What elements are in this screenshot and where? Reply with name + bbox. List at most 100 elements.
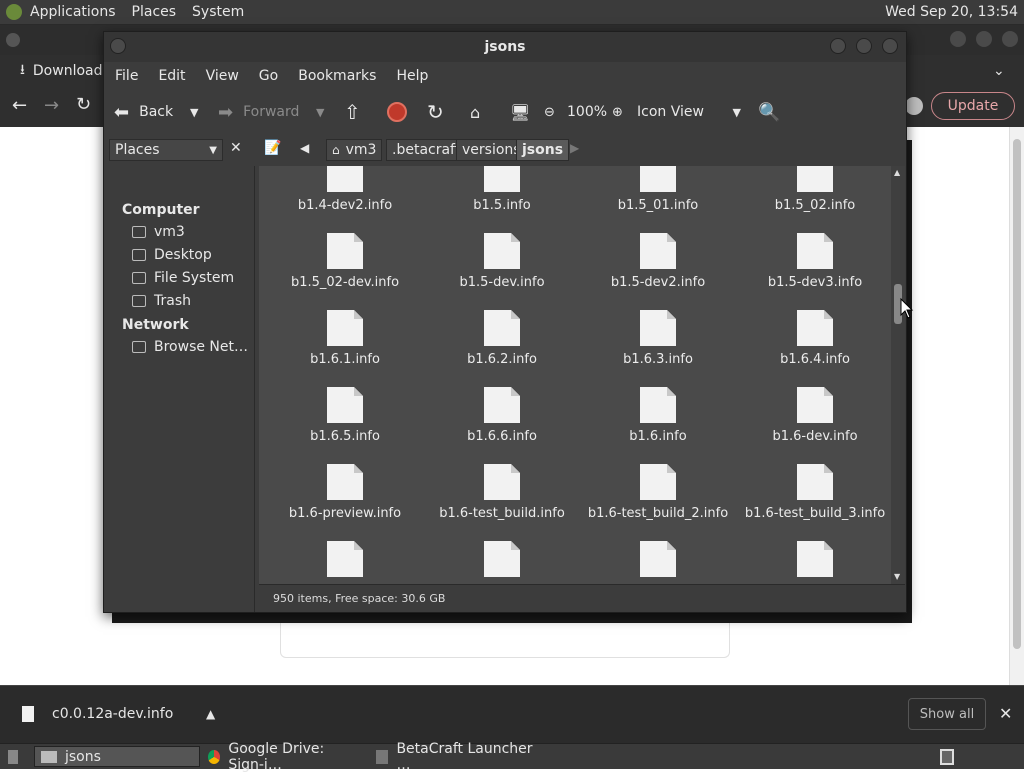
- file-item[interactable]: b1.6-test_build_3.info: [737, 464, 891, 521]
- file-item[interactable]: b1.6.5.info: [267, 387, 423, 444]
- task-betacraft[interactable]: BetaCraft Launcher …: [370, 741, 540, 773]
- breadcrumb-vm3-label: vm3: [345, 142, 377, 158]
- fm-close-button[interactable]: [882, 38, 898, 54]
- sidebar-item-filesystem[interactable]: File System: [132, 268, 234, 288]
- reload-icon[interactable]: ↻: [427, 98, 444, 126]
- profile-avatar-icon[interactable]: [905, 97, 923, 115]
- system-menu[interactable]: System: [184, 4, 252, 20]
- close-shelf-icon[interactable]: ✕: [999, 704, 1012, 723]
- chrome-maximize-button[interactable]: [976, 31, 992, 47]
- chrome-back-icon[interactable]: ←: [12, 95, 27, 116]
- file-item[interactable]: b1.6.6.info: [424, 387, 580, 444]
- panel-clock[interactable]: Wed Sep 20, 13:54: [885, 4, 1018, 20]
- menu-help[interactable]: Help: [385, 68, 437, 84]
- file-item[interactable]: b1.5_01.info: [580, 166, 736, 213]
- file-item[interactable]: [737, 541, 891, 577]
- file-item[interactable]: b1.6.3.info: [580, 310, 736, 367]
- scroll-down-icon[interactable]: ▼: [894, 572, 900, 581]
- chrome-close-button[interactable]: [1002, 31, 1018, 47]
- fm-titlebar[interactable]: jsons: [104, 32, 906, 62]
- places-dropdown[interactable]: Places ▼: [109, 139, 223, 161]
- file-item[interactable]: b1.6.info: [580, 387, 736, 444]
- menu-bookmarks[interactable]: Bookmarks: [287, 68, 385, 84]
- file-item[interactable]: b1.6.1.info: [267, 310, 423, 367]
- menu-edit[interactable]: Edit: [147, 68, 194, 84]
- close-sidebar-icon[interactable]: ✕: [230, 140, 242, 156]
- sidebar-item-browse-network[interactable]: Browse Net…: [132, 337, 248, 357]
- file-item[interactable]: b1.6.4.info: [737, 310, 891, 367]
- file-item[interactable]: b1.5_02.info: [737, 166, 891, 213]
- workspace-switcher-icon[interactable]: [934, 746, 960, 767]
- icon-view-scrollbar[interactable]: ▲ ▼: [891, 166, 905, 584]
- chrome-reload-icon[interactable]: ↻: [76, 94, 91, 115]
- back-history-chevron-icon[interactable]: ▼: [190, 98, 198, 126]
- sidebar-item-vm3[interactable]: vm3: [132, 222, 185, 242]
- file-item[interactable]: [267, 541, 423, 577]
- file-item[interactable]: [424, 541, 580, 577]
- file-item[interactable]: b1.5-dev3.info: [737, 233, 891, 290]
- file-item[interactable]: b1.6-test_build_2.info: [580, 464, 736, 521]
- breadcrumb-right-icon[interactable]: ▶: [570, 141, 579, 155]
- computer-icon[interactable]: 🖥: [510, 98, 530, 126]
- breadcrumb-jsons[interactable]: jsons: [516, 139, 570, 161]
- fm-maximize-button[interactable]: [856, 38, 872, 54]
- chrome-window-menu-icon[interactable]: [6, 33, 20, 47]
- tab-overflow-chevron-icon[interactable]: ⌄: [993, 63, 1005, 79]
- file-item[interactable]: b1.6.2.info: [424, 310, 580, 367]
- file-item[interactable]: b1.5.info: [424, 166, 580, 213]
- chrome-scroll-thumb[interactable]: [1013, 139, 1021, 649]
- menu-file[interactable]: File: [104, 68, 147, 84]
- view-mode-select[interactable]: Icon View ▼: [637, 98, 741, 126]
- gnome-foot-icon[interactable]: [6, 4, 22, 20]
- fm-minimize-button[interactable]: [830, 38, 846, 54]
- file-item[interactable]: b1.5-dev.info: [424, 233, 580, 290]
- zoom-level[interactable]: 100%: [567, 98, 607, 126]
- downloaded-file-item[interactable]: c0.0.12a-dev.info ▲: [10, 696, 230, 732]
- sidebar-item-trash[interactable]: Trash: [132, 291, 191, 311]
- toggle-location-entry-icon[interactable]: 📝: [264, 140, 281, 156]
- scroll-up-icon[interactable]: ▲: [894, 168, 900, 177]
- chrome-page-scrollbar[interactable]: [1009, 127, 1024, 685]
- menu-go[interactable]: Go: [248, 68, 287, 84]
- file-item[interactable]: [580, 541, 736, 577]
- applications-menu[interactable]: Applications: [22, 4, 124, 20]
- zoom-out-icon[interactable]: ⊖: [544, 98, 555, 126]
- forward-button[interactable]: ➡ Forward: [218, 98, 299, 126]
- download-options-chevron-icon[interactable]: ▲: [206, 707, 215, 721]
- file-name: b1.5_02-dev.info: [290, 275, 400, 290]
- file-icon: [640, 310, 676, 346]
- breadcrumb-vm3[interactable]: ⌂ vm3: [326, 139, 383, 161]
- breadcrumb-betacraft[interactable]: .betacraft: [386, 139, 467, 161]
- file-item[interactable]: b1.4-dev2.info: [267, 166, 423, 213]
- forward-history-chevron-icon[interactable]: ▼: [316, 98, 324, 126]
- chrome-forward-icon[interactable]: →: [44, 95, 59, 116]
- download-tab[interactable]: ⭳ Download: [20, 61, 103, 81]
- file-item[interactable]: b1.5-dev2.info: [580, 233, 736, 290]
- menu-view[interactable]: View: [195, 68, 248, 84]
- task-google-drive[interactable]: Google Drive: Sign-i…: [202, 741, 370, 773]
- show-all-button[interactable]: Show all: [908, 698, 986, 730]
- file-name: b1.5-dev.info: [459, 275, 545, 290]
- back-button[interactable]: ⬅ Back: [114, 98, 173, 126]
- show-desktop-icon[interactable]: [2, 746, 24, 767]
- file-name: b1.5-dev2.info: [610, 275, 706, 290]
- zoom-in-icon[interactable]: ⊕: [612, 98, 623, 126]
- file-item[interactable]: b1.6-preview.info: [267, 464, 423, 521]
- stop-icon[interactable]: [387, 102, 407, 122]
- file-item[interactable]: b1.6-test_build.info: [424, 464, 580, 521]
- file-item[interactable]: b1.5_02-dev.info: [267, 233, 423, 290]
- fm-window-menu-button[interactable]: [110, 38, 126, 54]
- chrome-minimize-button[interactable]: [950, 31, 966, 47]
- breadcrumb-left-icon[interactable]: ◀: [300, 141, 309, 155]
- trash-icon: [132, 295, 146, 307]
- file-icon: [484, 387, 520, 423]
- places-menu[interactable]: Places: [124, 4, 185, 20]
- search-icon[interactable]: 🔍: [758, 98, 780, 126]
- chrome-update-button[interactable]: Update: [931, 92, 1015, 120]
- file-item[interactable]: b1.6-dev.info: [737, 387, 891, 444]
- task-jsons[interactable]: jsons: [34, 746, 200, 767]
- sidebar-item-desktop[interactable]: Desktop: [132, 245, 212, 265]
- home-folder-icon[interactable]: ⌂: [470, 98, 480, 126]
- up-arrow-icon[interactable]: ⇧: [344, 98, 361, 126]
- file-icon-view[interactable]: b1.4-dev2.info b1.5.info b1.5_01.info b1.5_…: [259, 166, 891, 584]
